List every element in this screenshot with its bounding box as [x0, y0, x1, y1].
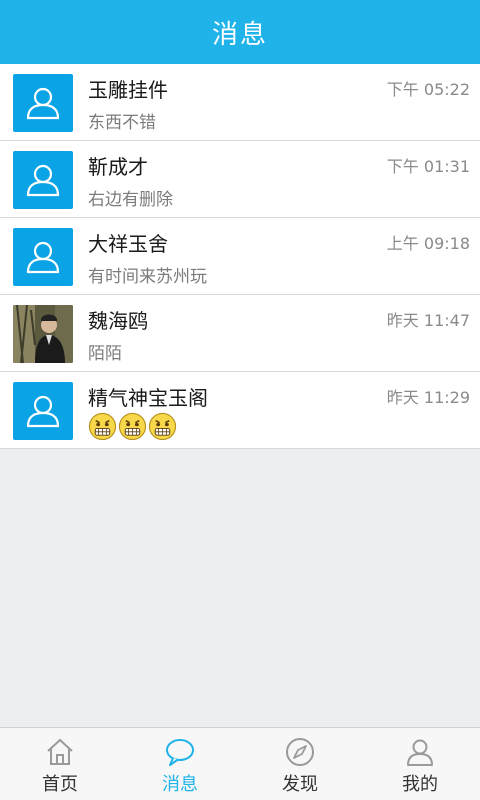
contact-name: 玉雕挂件 [88, 78, 168, 102]
page-title: 消息 [211, 19, 268, 50]
default-user-avatar-icon [13, 151, 73, 209]
message-time: 昨天 11:47 [386, 311, 470, 330]
conversation-row[interactable]: 魏海鸥 陌陌 昨天 11:47 [0, 295, 480, 372]
tab-label: 我的 [402, 774, 438, 795]
message-preview: 陌陌 [88, 344, 122, 364]
compass-icon [286, 738, 314, 766]
conversation-row[interactable]: 大祥玉舍 有时间来苏州玩 上午 09:18 [0, 218, 480, 295]
grimace-emoji-icon [88, 412, 117, 441]
tab-label: 消息 [162, 774, 198, 795]
contact-name: 精气神宝玉阁 [88, 386, 208, 410]
message-preview: 有时间来苏州玩 [88, 267, 207, 287]
grimace-emoji-icon [148, 412, 177, 441]
tab-profile[interactable]: 我的 [360, 728, 480, 800]
message-time: 下午 05:22 [386, 80, 470, 99]
message-time: 上午 09:18 [386, 234, 470, 253]
message-time: 昨天 11:29 [386, 388, 470, 407]
tab-label: 首页 [42, 774, 78, 795]
emoji-preview [88, 412, 177, 441]
conversation-list: 玉雕挂件 东西不错 下午 05:22 靳成才 右边有删除 下午 01:31 大祥… [0, 64, 480, 449]
default-user-avatar-icon [13, 382, 73, 440]
grimace-emoji-icon [118, 412, 147, 441]
conversation-row[interactable]: 玉雕挂件 东西不错 下午 05:22 [0, 64, 480, 141]
conversation-row[interactable]: 精气神宝玉阁 昨天 11:29 [0, 372, 480, 449]
contact-name: 魏海鸥 [88, 309, 148, 333]
contact-name: 大祥玉舍 [88, 232, 168, 256]
message-time: 下午 01:31 [386, 157, 470, 176]
tab-home[interactable]: 首页 [0, 728, 120, 800]
default-user-avatar-icon [13, 228, 73, 286]
bottom-tab-bar: 首页 消息 发现 我的 [0, 727, 480, 800]
default-user-avatar-icon [13, 74, 73, 132]
tab-discover[interactable]: 发现 [240, 728, 360, 800]
contact-name: 靳成才 [88, 155, 148, 179]
conversation-row[interactable]: 靳成才 右边有删除 下午 01:31 [0, 141, 480, 218]
message-preview: 右边有删除 [88, 190, 173, 210]
person-icon [407, 739, 433, 766]
tab-label: 发现 [282, 774, 318, 795]
tab-messages[interactable]: 消息 [120, 728, 240, 800]
app-header: 消息 [0, 0, 480, 64]
photo-avatar [13, 305, 73, 363]
chat-bubble-icon [166, 739, 194, 766]
home-icon [47, 738, 73, 765]
message-preview: 东西不错 [88, 113, 156, 133]
